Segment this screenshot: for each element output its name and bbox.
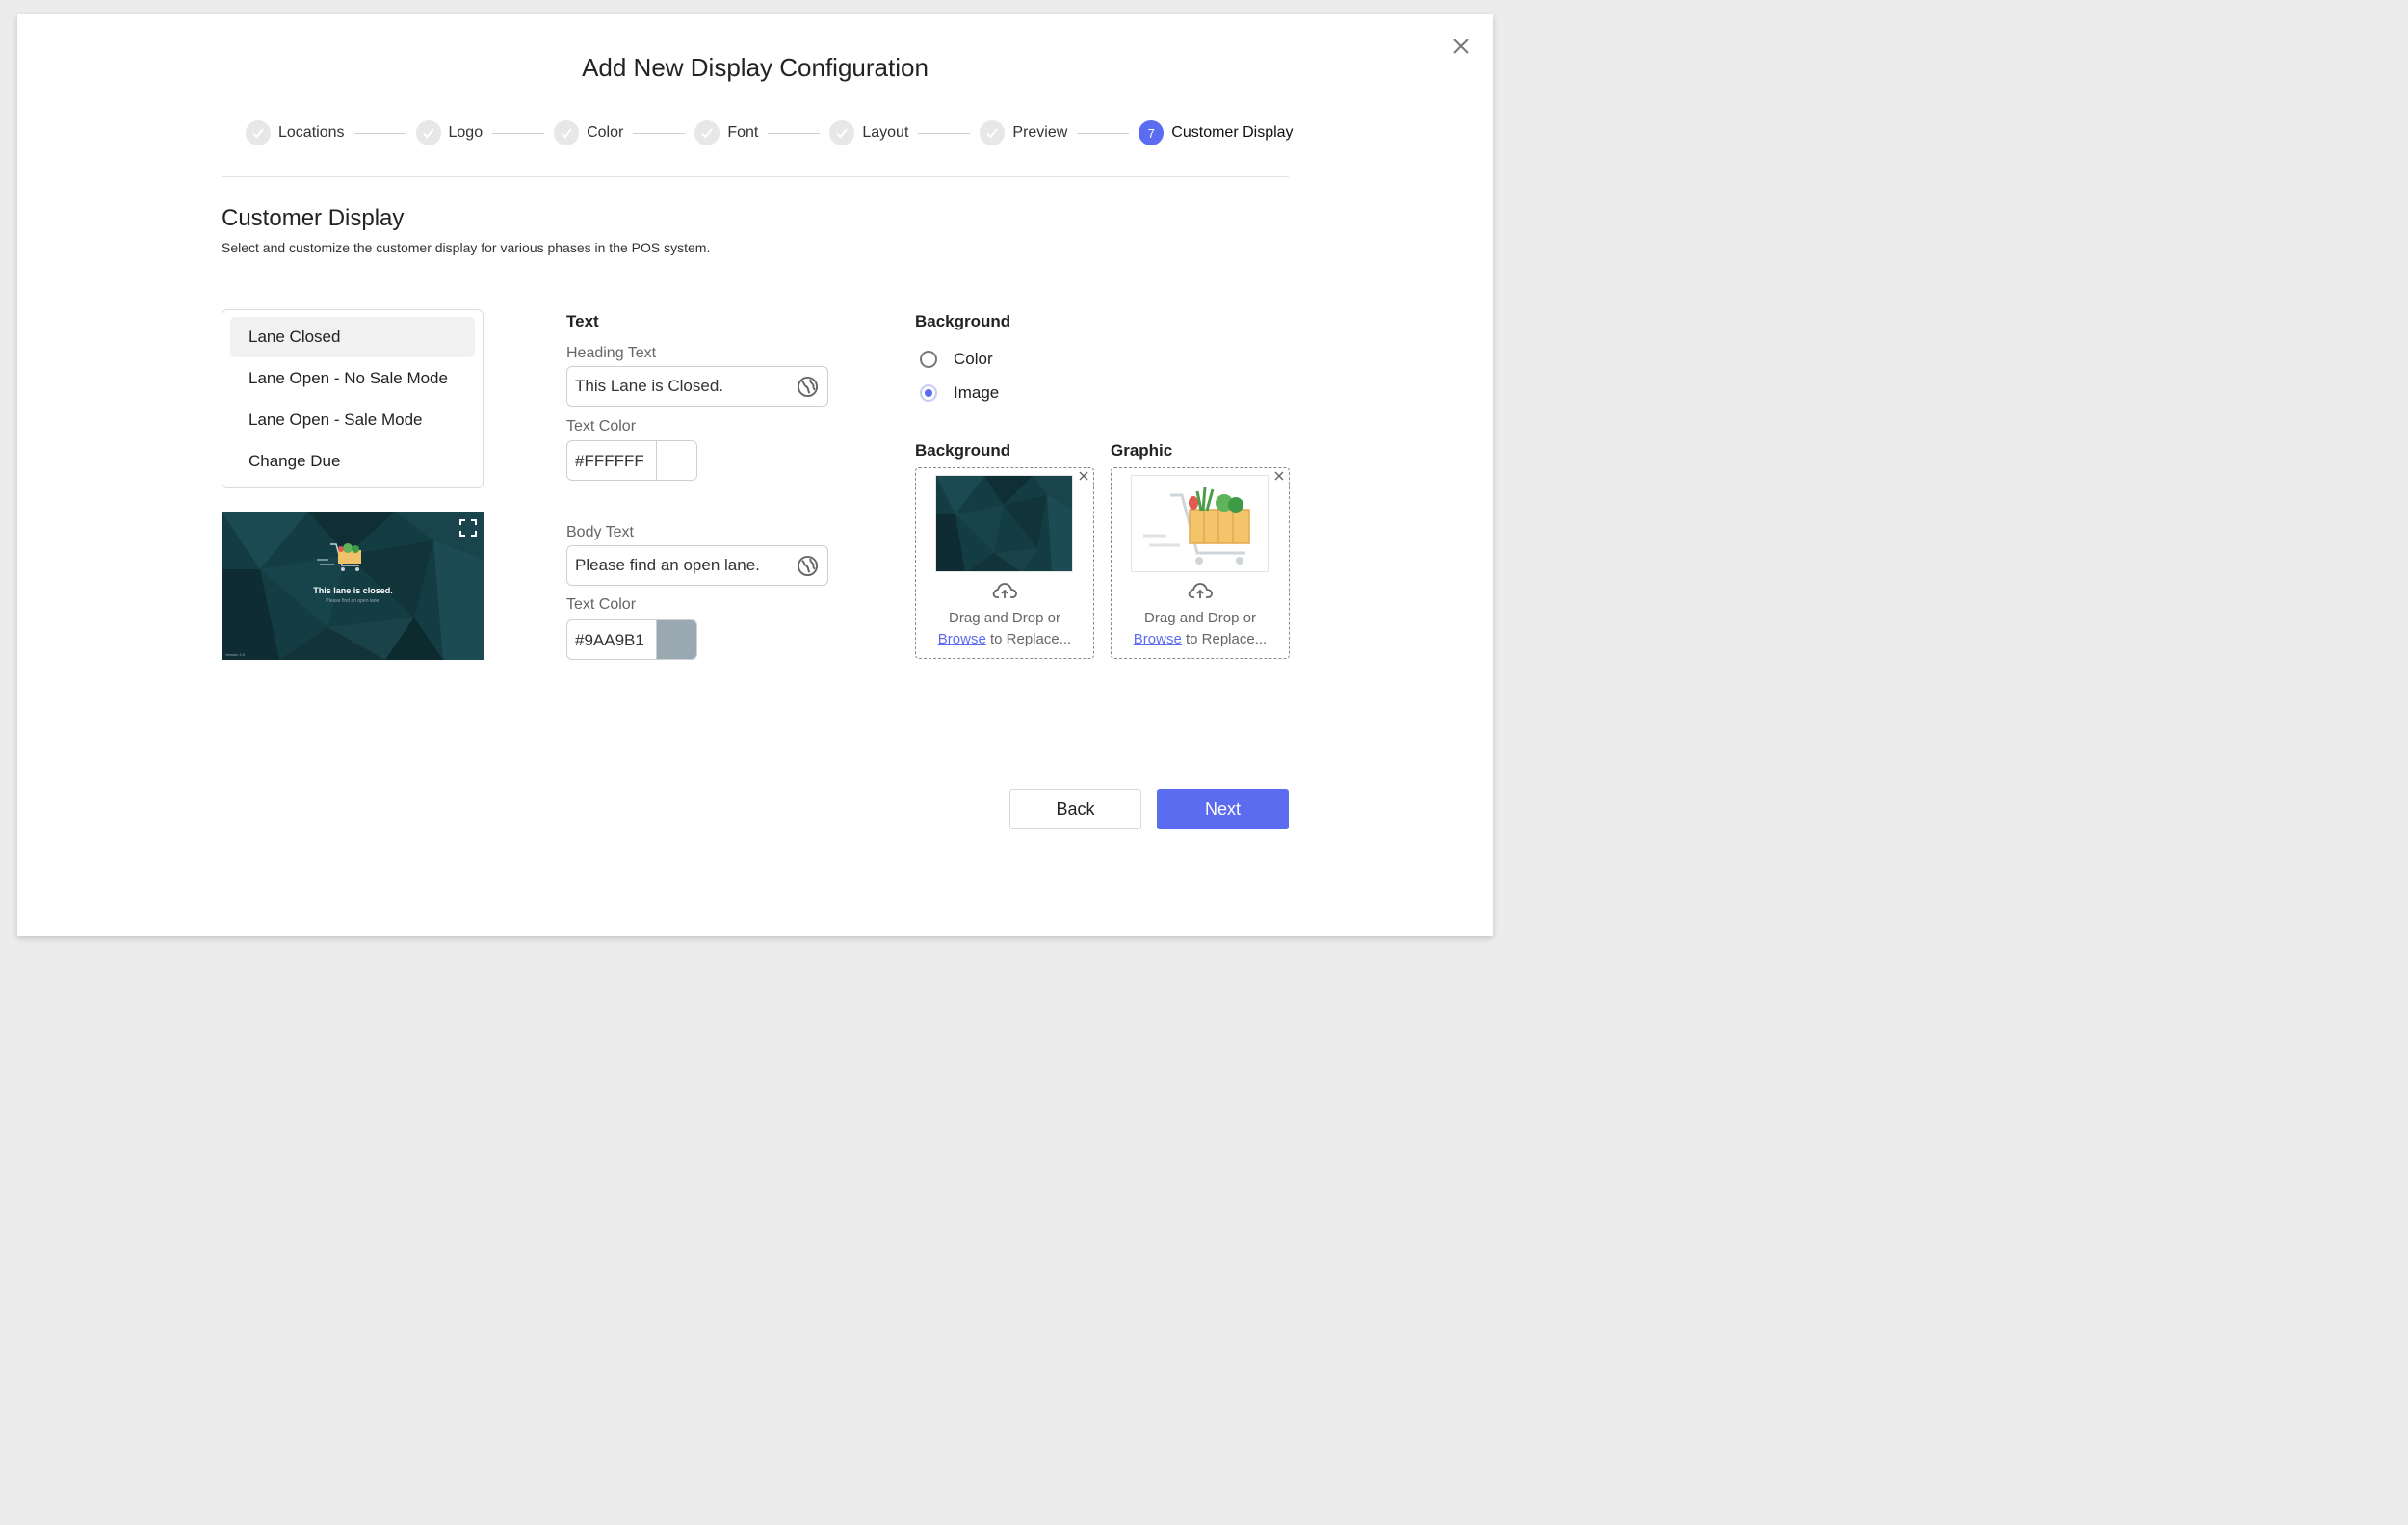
dropzone-browse-line: Browse to Replace... [916,631,1093,647]
radio-color[interactable]: Color [920,350,993,369]
color-hex-value: #9AA9B1 [575,631,644,649]
color-hex-value: #FFFFFF [575,452,644,470]
display-preview: This lane is closed. Please find an open… [222,512,484,660]
step-connector [633,132,686,134]
step-label: Preview [1012,124,1068,141]
step-connector [768,132,821,134]
step-label: Color [587,124,624,141]
heading-text-label: Heading Text [566,345,657,361]
heading-color-label: Text Color [566,418,637,434]
step-layout[interactable]: Layout [829,120,908,145]
body-text-field[interactable] [566,545,828,586]
back-button[interactable]: Back [1009,789,1141,829]
graphic-upload-heading: Graphic [1111,441,1173,460]
graphic-thumbnail [1131,475,1269,572]
dropzone-replace-text: to Replace... [1181,631,1268,647]
radio-label: Color [954,350,993,368]
preview-body: Please find an open lane. [326,598,380,604]
divider [222,176,1289,177]
step-label: Logo [448,124,484,141]
dropzone-browse-line: Browse to Replace... [1112,631,1289,647]
check-icon [246,120,271,145]
background-heading: Background [915,312,1011,330]
cloud-upload-icon [1188,583,1213,598]
step-locations[interactable]: Locations [246,120,345,145]
heading-text-field[interactable] [566,366,828,407]
dialog: Add New Display Configuration Locations … [17,14,1493,936]
phase-item-change-due[interactable]: Change Due [230,441,475,482]
step-label: Locations [278,124,345,141]
section-title: Customer Display [222,205,405,231]
remove-icon[interactable] [1078,470,1089,482]
check-icon [829,120,855,145]
step-logo[interactable]: Logo [415,120,484,145]
radio-label: Image [954,383,1000,402]
step-label: Font [727,124,759,141]
heading-color-picker[interactable]: #FFFFFF [566,440,697,481]
dropzone-text: Drag and Drop or [949,610,1060,626]
globe-icon[interactable] [797,376,819,398]
step-font[interactable]: Font [694,120,758,145]
background-dropzone[interactable]: Drag and Drop or Browse to Replace... [915,467,1094,659]
stepper: Locations Logo Color Font Layout Preview [246,118,1294,147]
radio-image[interactable]: Image [920,383,999,403]
cloud-upload-icon [992,583,1017,598]
preview-heading: This lane is closed. [313,586,393,595]
background-upload-heading: Background [915,441,1011,460]
step-number: 7 [1139,120,1165,145]
step-connector [918,132,971,134]
check-icon [694,120,720,145]
section-subtitle: Select and customize the customer displa… [222,240,711,255]
step-color[interactable]: Color [554,120,623,145]
dialog-title: Add New Display Configuration [582,53,929,82]
check-icon [980,120,1006,145]
step-connector [492,132,545,134]
step-connector [1077,132,1130,134]
phase-item-lane-open-no-sale[interactable]: Lane Open - No Sale Mode [230,358,475,399]
body-color-picker[interactable]: #9AA9B1 [566,619,697,660]
preview-version: Version 4.0 [225,652,246,657]
browse-link[interactable]: Browse [1134,631,1182,647]
phase-item-lane-closed[interactable]: Lane Closed [230,317,475,357]
dropzone-text: Drag and Drop or [1144,610,1256,626]
remove-icon[interactable] [1273,470,1285,482]
phase-list: Lane Closed Lane Open - No Sale Mode Lan… [222,309,484,488]
globe-icon[interactable] [797,555,819,577]
step-preview[interactable]: Preview [980,120,1067,145]
body-text-label: Body Text [566,524,634,540]
color-swatch[interactable] [656,620,696,659]
check-icon [415,120,441,145]
body-text-input[interactable] [575,556,787,575]
background-thumbnail [935,475,1073,572]
check-icon [554,120,580,145]
color-swatch[interactable] [656,441,696,480]
step-label: Layout [862,124,909,141]
cart-graphic [317,543,361,571]
step-connector [353,132,406,134]
phase-item-lane-open-sale[interactable]: Lane Open - Sale Mode [230,400,475,440]
next-button[interactable]: Next [1157,789,1289,829]
step-label: Customer Display [1171,124,1294,141]
radio-unchecked-icon[interactable] [920,351,937,368]
graphic-dropzone[interactable]: Drag and Drop or Browse to Replace... [1111,467,1290,659]
text-heading: Text [566,312,599,330]
radio-checked-icon[interactable] [920,384,937,402]
heading-text-input[interactable] [575,377,787,396]
expand-icon[interactable] [458,518,478,538]
dropzone-replace-text: to Replace... [985,631,1072,647]
browse-link[interactable]: Browse [938,631,986,647]
body-color-label: Text Color [566,596,637,613]
step-customer-display[interactable]: 7 Customer Display [1139,120,1294,145]
